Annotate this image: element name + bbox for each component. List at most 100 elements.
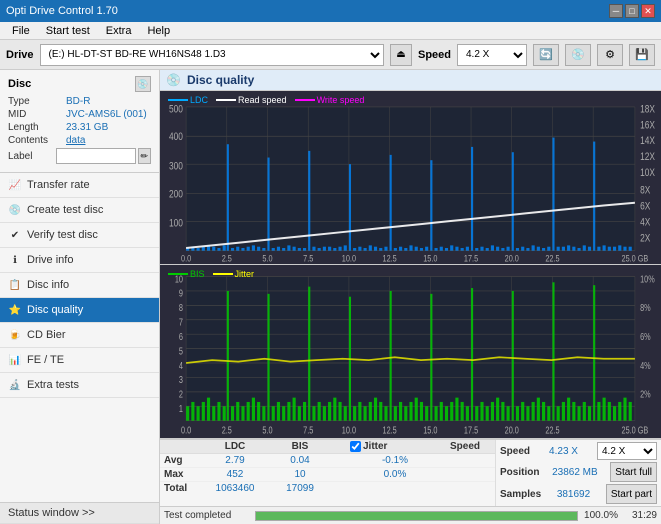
stats-header-row: LDC BIS Jitter Speed — [160, 440, 495, 454]
start-full-button[interactable]: Start full — [610, 462, 657, 482]
sidebar-item-drive-info[interactable]: ℹ Drive info — [0, 248, 159, 273]
svg-text:17.5: 17.5 — [464, 252, 479, 263]
svg-text:5.0: 5.0 — [262, 425, 272, 436]
svg-text:22.5: 22.5 — [545, 252, 560, 263]
sidebar-item-create-test-disc[interactable]: 💿 Create test disc — [0, 198, 159, 223]
disc-info-icon: 📋 — [8, 278, 22, 292]
save-button[interactable]: 💾 — [629, 44, 655, 66]
speed-label: Speed — [418, 49, 451, 61]
svg-text:22.5: 22.5 — [545, 425, 559, 436]
sidebar-item-label-create-test-disc: Create test disc — [27, 204, 103, 216]
svg-text:16X: 16X — [640, 119, 655, 131]
cd-bier-icon: 🍺 — [8, 328, 22, 342]
app-title: Opti Drive Control 1.70 — [6, 5, 118, 17]
progress-bar-row: Test completed 100.0% 31:29 — [160, 506, 661, 524]
disc-contents-label: Contents — [8, 135, 66, 146]
status-window-button[interactable]: Status window >> — [0, 503, 159, 524]
stats-max-ldc: 452 — [200, 469, 270, 480]
svg-text:14X: 14X — [640, 135, 655, 147]
menubar: File Start test Extra Help — [0, 22, 661, 40]
sidebar-item-transfer-rate[interactable]: 📈 Transfer rate — [0, 173, 159, 198]
svg-text:6%: 6% — [640, 331, 651, 342]
sidebar-item-cd-bier[interactable]: 🍺 CD Bier — [0, 323, 159, 348]
svg-text:7.5: 7.5 — [303, 252, 313, 263]
sidebar-item-fe-te[interactable]: 📊 FE / TE — [0, 348, 159, 373]
stats-avg-bis: 0.04 — [270, 455, 330, 466]
close-button[interactable]: ✕ — [641, 4, 655, 18]
disc-icon-small[interactable]: 💿 — [135, 76, 151, 92]
svg-text:3: 3 — [179, 374, 183, 385]
disc-icon-button[interactable]: 💿 — [565, 44, 591, 66]
svg-text:10%: 10% — [640, 273, 655, 284]
minimize-button[interactable]: ─ — [609, 4, 623, 18]
position-label: Position — [500, 467, 539, 478]
stats-total-row: Total 1063460 17099 — [160, 482, 495, 495]
svg-text:17.5: 17.5 — [464, 425, 478, 436]
svg-text:2.5: 2.5 — [222, 252, 232, 263]
svg-text:10.0: 10.0 — [342, 425, 356, 436]
sidebar-item-label-extra-tests: Extra tests — [27, 379, 79, 391]
main-area: Disc 💿 Type BD-R MID JVC-AMS6L (001) Len… — [0, 70, 661, 524]
svg-text:25.0 GB: 25.0 GB — [622, 425, 649, 436]
disc-mid-label: MID — [8, 109, 66, 120]
titlebar-controls: ─ □ ✕ — [609, 4, 655, 18]
create-test-disc-icon: 💿 — [8, 203, 22, 217]
legend-read-speed: Read speed — [216, 95, 287, 105]
eject-button[interactable]: ⏏ — [390, 44, 412, 66]
drive-label: Drive — [6, 49, 34, 61]
sidebar-item-verify-test-disc[interactable]: ✔ Verify test disc — [0, 223, 159, 248]
menu-start-test[interactable]: Start test — [38, 22, 98, 39]
chart-ldc: LDC Read speed Write speed — [160, 91, 661, 265]
menu-extra[interactable]: Extra — [98, 22, 140, 39]
speed-select[interactable]: 4.2 X — [457, 44, 527, 66]
sidebar-menu: 📈 Transfer rate 💿 Create test disc ✔ Ver… — [0, 173, 159, 502]
menu-help[interactable]: Help — [139, 22, 178, 39]
svg-text:6X: 6X — [640, 201, 651, 213]
content-header-title: Disc quality — [187, 73, 254, 87]
disc-label-edit-button[interactable]: ✏ — [138, 148, 151, 164]
jitter-checkbox[interactable] — [350, 441, 361, 452]
start-part-button[interactable]: Start part — [606, 484, 657, 504]
progress-time: 31:29 — [632, 510, 657, 521]
drive-select[interactable]: (E:) HL-DT-ST BD-RE WH16NS48 1.D3 — [40, 44, 384, 66]
sidebar-item-extra-tests[interactable]: 🔬 Extra tests — [0, 373, 159, 398]
settings-button[interactable]: ⚙ — [597, 44, 623, 66]
svg-text:12.5: 12.5 — [383, 252, 398, 263]
extra-tests-icon: 🔬 — [8, 378, 22, 392]
disc-contents-row: Contents data — [8, 135, 151, 146]
svg-text:100: 100 — [169, 218, 183, 230]
svg-text:1: 1 — [179, 403, 183, 414]
progress-bar-outer — [255, 511, 578, 521]
menu-file[interactable]: File — [4, 22, 38, 39]
maximize-button[interactable]: □ — [625, 4, 639, 18]
status-window-label: Status window >> — [8, 507, 95, 519]
sidebar-item-label-drive-info: Drive info — [27, 254, 73, 266]
chart1-svg: 500 400 300 200 100 18X 16X 14X 12X 10X … — [160, 91, 661, 264]
disc-mid-row: MID JVC-AMS6L (001) — [8, 109, 151, 120]
sidebar-status: Status window >> — [0, 502, 159, 524]
drive-info-icon: ℹ — [8, 253, 22, 267]
legend-read-speed-label: Read speed — [238, 95, 287, 105]
progress-status: Test completed — [164, 510, 249, 521]
legend-write-speed-label: Write speed — [317, 95, 365, 105]
disc-quality-header-icon: 💿 — [166, 73, 181, 87]
content-area: 💿 Disc quality LDC Read speed — [160, 70, 661, 524]
progress-percent: 100.0% — [584, 510, 618, 521]
speed-select-stats[interactable]: 4.2 X — [597, 442, 657, 460]
titlebar: Opti Drive Control 1.70 ─ □ ✕ — [0, 0, 661, 22]
svg-text:20.0: 20.0 — [505, 425, 519, 436]
stats-table-area: LDC BIS Jitter Speed Avg 2.79 — [160, 440, 496, 506]
sidebar-item-disc-info[interactable]: 📋 Disc info — [0, 273, 159, 298]
sidebar-item-disc-quality[interactable]: ⭐ Disc quality — [0, 298, 159, 323]
disc-contents-value[interactable]: data — [66, 135, 85, 146]
samples-row: Samples 381692 Start part — [500, 484, 657, 504]
sidebar-item-label-verify-test-disc: Verify test disc — [27, 229, 98, 241]
legend-ldc-label: LDC — [190, 95, 208, 105]
svg-text:5: 5 — [179, 345, 183, 356]
content-header: 💿 Disc quality — [160, 70, 661, 91]
disc-label-input[interactable] — [56, 148, 136, 164]
disc-length-label: Length — [8, 122, 66, 133]
svg-text:4: 4 — [179, 360, 183, 371]
sidebar-item-label-transfer-rate: Transfer rate — [27, 179, 90, 191]
refresh-button[interactable]: 🔄 — [533, 44, 559, 66]
